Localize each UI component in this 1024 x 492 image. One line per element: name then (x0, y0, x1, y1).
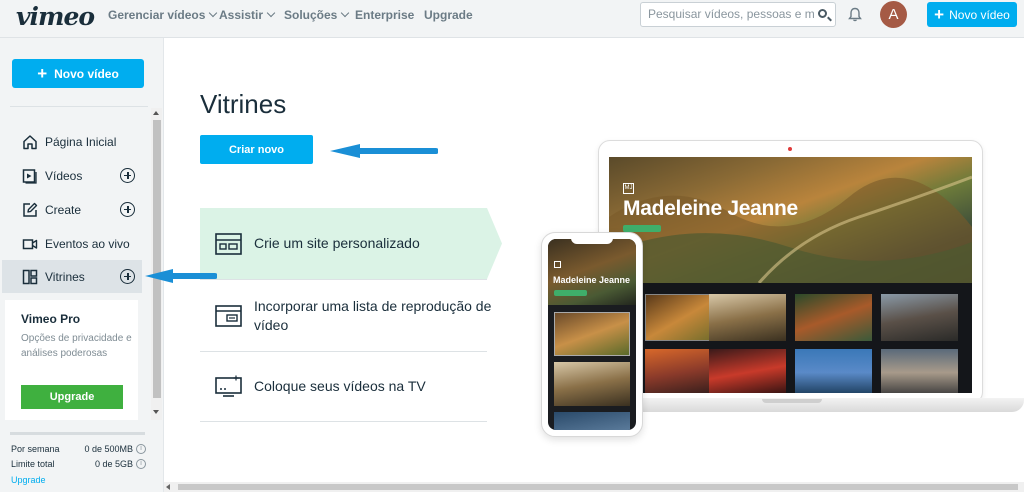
sidebar-item-videos[interactable]: Vídeos (2, 159, 142, 192)
upgrade-button[interactable]: Upgrade (21, 385, 123, 409)
sidebar-item-create[interactable]: Create (2, 193, 142, 226)
hero-button (623, 225, 661, 232)
phone-hero-image: Madeleine Jeanne (548, 239, 636, 305)
nav-solutions[interactable]: Soluções (284, 8, 350, 22)
quota-total-label: Limite total (11, 459, 55, 469)
quota-weekly-label: Por semana (11, 444, 60, 454)
option-tv[interactable]: Coloque seus vídeos na TV (200, 352, 487, 420)
avatar[interactable]: A (880, 1, 907, 28)
option-label: Incorporar uma lista de reprodução de ví… (254, 297, 492, 333)
info-icon[interactable]: i (136, 444, 146, 454)
site-logo (554, 261, 561, 268)
chevron-down-icon (209, 8, 218, 18)
sidebar-item-live-events[interactable]: Eventos ao vivo (2, 227, 142, 260)
site-name: Madeleine Jeanne (553, 275, 631, 285)
sidebar-item-label: Vídeos (45, 168, 83, 183)
sidebar-item-home[interactable]: Página Inicial (2, 125, 142, 158)
pro-card-title: Vimeo Pro (21, 312, 81, 326)
new-video-button-sidebar[interactable]: + Novo vídeo (12, 59, 144, 88)
sidebar-item-label: Página Inicial (45, 134, 117, 149)
page-title: Vitrines (200, 89, 287, 119)
arrow-annotation-icon (330, 144, 438, 158)
sidebar-scrollbar-thumb[interactable] (153, 120, 161, 398)
add-showcase-circle-icon[interactable] (120, 269, 135, 284)
scroll-down-arrow-icon[interactable] (153, 410, 159, 414)
new-video-label: Novo vídeo (949, 7, 1010, 22)
add-video-circle-icon[interactable] (120, 168, 135, 183)
chevron-down-icon (341, 8, 350, 18)
website-layout-icon (215, 232, 242, 255)
showcase-icon (22, 269, 38, 284)
video-thumbnail (554, 412, 630, 430)
video-thumbnail (881, 349, 958, 393)
site-logo: MJ (623, 183, 634, 194)
tv-icon (215, 375, 242, 397)
scroll-up-arrow-icon[interactable] (153, 111, 159, 115)
sidebar-item-showcases[interactable]: Vitrines (2, 260, 142, 293)
laptop-camera (788, 147, 792, 151)
new-video-label: Novo vídeo (54, 66, 119, 81)
notification-bell-icon[interactable] (848, 7, 862, 22)
quota-total: Limite total 0 de 5GB i (11, 459, 149, 469)
video-icon (22, 168, 37, 184)
video-thumbnail (881, 294, 958, 341)
video-thumbnail (709, 294, 786, 341)
option-embed-playlist[interactable]: Incorporar uma lista de reprodução de ví… (200, 280, 491, 351)
plus-icon: + (934, 5, 945, 24)
video-thumbnail (554, 312, 630, 356)
nav-watch[interactable]: Assistir (219, 8, 276, 22)
video-thumbnail (795, 349, 872, 393)
video-thumbnail (709, 349, 786, 393)
option-label: Coloque seus vídeos na TV (254, 377, 426, 394)
nav-manage-videos[interactable]: Gerenciar vídeos (108, 8, 218, 22)
option-custom-site[interactable]: Crie um site personalizado (200, 208, 502, 279)
search-box (640, 2, 836, 27)
pro-card-description: Opções de privacidade e análises poderos… (21, 333, 132, 359)
vimeo-pro-card: Vimeo Pro Opções de privacidade e anális… (5, 300, 138, 420)
add-create-circle-icon[interactable] (120, 202, 135, 217)
scroll-left-arrow-icon[interactable] (166, 484, 170, 490)
search-input[interactable] (648, 7, 814, 21)
vimeo-logo[interactable]: vimeo (16, 2, 95, 31)
top-navigation-bar: vimeo Gerenciar vídeos Assistir Soluções… (0, 0, 1024, 38)
info-icon[interactable]: i (136, 459, 146, 469)
nav-manage-videos-label: Gerenciar vídeos (108, 8, 206, 22)
phone-screen: Madeleine Jeanne (548, 239, 636, 430)
chevron-down-icon (266, 8, 276, 18)
divider (200, 421, 487, 422)
nav-upgrade[interactable]: Upgrade (424, 8, 473, 22)
sidebar: + Novo vídeo Página Inicial Vídeos Creat… (0, 38, 164, 492)
nav-watch-label: Assistir (219, 8, 264, 22)
search-icon[interactable] (818, 9, 827, 18)
live-camera-icon (22, 238, 38, 249)
home-icon (23, 134, 37, 149)
sidebar-item-label: Vitrines (45, 269, 85, 284)
embed-playlist-icon (215, 304, 242, 327)
plus-icon: + (37, 64, 48, 83)
quota-weekly-value: 0 de 500MB (84, 444, 133, 454)
horizontal-scrollbar-thumb[interactable] (178, 484, 1018, 490)
new-video-button-header[interactable]: + Novo vídeo (927, 2, 1017, 27)
showcase-hero-image: MJ Madeleine Jeanne (609, 157, 972, 283)
sidebar-item-label: Eventos ao vivo (45, 236, 130, 251)
nav-solutions-label: Soluções (284, 8, 338, 22)
option-label: Crie um site personalizado (254, 235, 420, 251)
divider (10, 106, 148, 107)
phone-notch (571, 238, 613, 244)
create-new-button[interactable]: Criar novo (200, 135, 313, 164)
quota-upgrade-link[interactable]: Upgrade (11, 475, 46, 485)
quota-bar (10, 432, 145, 435)
hero-button (554, 290, 587, 296)
video-thumbnail (554, 362, 630, 406)
laptop-notch (762, 399, 822, 403)
quota-total-value: 0 de 5GB (94, 459, 133, 469)
video-thumbnail (795, 294, 872, 341)
arrow-annotation-icon (145, 269, 217, 283)
sidebar-item-label: Create (45, 202, 82, 217)
laptop-screen: MJ Madeleine Jeanne (609, 157, 972, 393)
nav-enterprise[interactable]: Enterprise (355, 8, 414, 22)
edit-icon (23, 202, 38, 217)
site-name: Madeleine Jeanne (623, 197, 798, 220)
quota-weekly: Por semana 0 de 500MB i (11, 444, 149, 454)
